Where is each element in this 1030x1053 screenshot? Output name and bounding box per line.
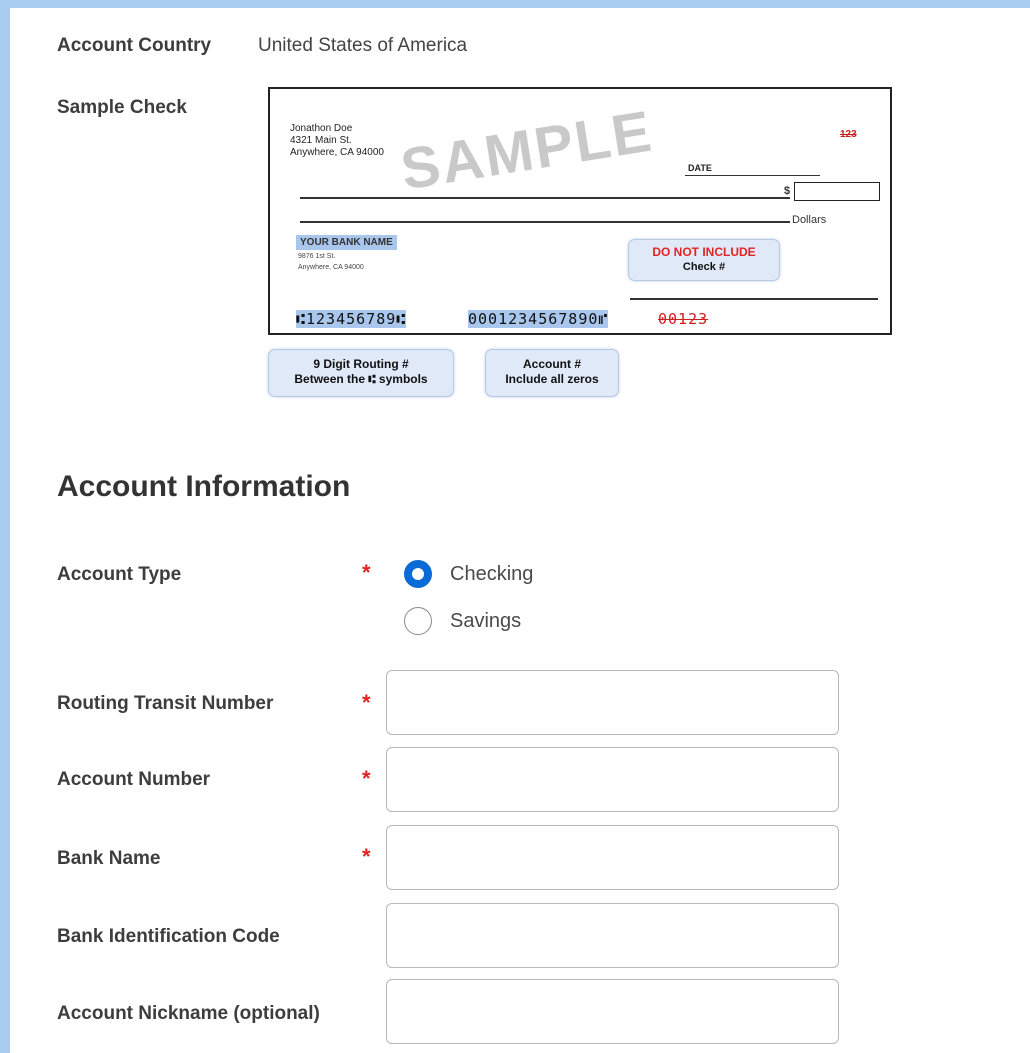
account-type-required-mark: * (362, 560, 371, 585)
routing-callout-line1: 9 Digit Routing # (313, 357, 409, 371)
check-signature-line (630, 298, 878, 300)
check-account-micr: 0001234567890⑈ (468, 310, 609, 328)
account-number-label: Account Number (57, 769, 211, 790)
sample-check-image: Jonathon Doe 4321 Main St. Anywhere, CA … (268, 87, 892, 335)
check-bank-city: Anywhere, CA 94000 (298, 264, 364, 271)
check-dollar-sign: $ (784, 185, 791, 197)
routing-micr-value: ⑆123456789⑆ (296, 310, 407, 328)
check-routing-micr: ⑆123456789⑆ (296, 310, 407, 328)
do-not-include-callout: DO NOT INCLUDE Check # (628, 239, 780, 281)
check-payee-line (300, 197, 790, 199)
bank-name-label: Bank Name (57, 848, 161, 869)
check-owner-name: Jonathon Doe (290, 123, 353, 134)
account-type-label: Account Type (57, 564, 182, 585)
check-bank-street: 9876 1st St. (298, 253, 336, 260)
sample-check-label: Sample Check (57, 97, 187, 118)
account-country-value: United States of America (258, 35, 468, 56)
account-nickname-label: Account Nickname (optional) (57, 1003, 320, 1024)
check-owner-city: Anywhere, CA 94000 (290, 147, 384, 158)
checking-radio[interactable] (404, 560, 432, 588)
routing-callout: 9 Digit Routing # Between the ⑆ symbols (268, 349, 454, 397)
check-owner-street: 4321 Main St. (290, 135, 352, 146)
check-number: 123 (840, 129, 857, 140)
bank-identification-code-label: Bank Identification Code (57, 926, 280, 947)
bank-name-input[interactable] (386, 825, 839, 890)
routing-callout-line2: Between the ⑆ symbols (294, 372, 428, 386)
account-callout-line2: Include all zeros (505, 372, 599, 386)
savings-radio[interactable] (404, 607, 432, 635)
account-number-required-mark: * (362, 766, 371, 791)
savings-label[interactable]: Savings (450, 610, 521, 633)
bank-identification-code-input[interactable] (386, 903, 839, 968)
bank-account-form: Account Country United States of America… (10, 8, 1030, 1053)
routing-number-label: Routing Transit Number (57, 693, 274, 714)
account-number-input[interactable] (386, 747, 839, 812)
bank-name-required-mark: * (362, 844, 371, 869)
account-country-label: Account Country (57, 35, 212, 56)
check-number-micr: 00123 (658, 310, 709, 328)
check-amount-box (794, 182, 880, 201)
account-nickname-input[interactable] (386, 979, 839, 1044)
check-date-label: DATE (688, 163, 712, 173)
routing-number-required-mark: * (362, 690, 371, 715)
check-amount-words-line (300, 221, 790, 223)
check-watermark: SAMPLE (396, 98, 658, 203)
check-bank-name: YOUR BANK NAME (296, 235, 397, 250)
check-dollars-label: Dollars (792, 214, 827, 226)
account-micr-value: 0001234567890⑈ (468, 310, 609, 328)
account-callout-line1: Account # (522, 357, 581, 371)
check-date-line (685, 175, 820, 176)
checking-label[interactable]: Checking (450, 563, 533, 586)
routing-number-input[interactable] (386, 670, 839, 735)
do-not-include-text: DO NOT INCLUDE (652, 245, 756, 259)
account-callout: Account # Include all zeros (485, 349, 619, 397)
do-not-include-check-text: Check # (682, 261, 726, 273)
section-title: Account Information (57, 470, 351, 503)
